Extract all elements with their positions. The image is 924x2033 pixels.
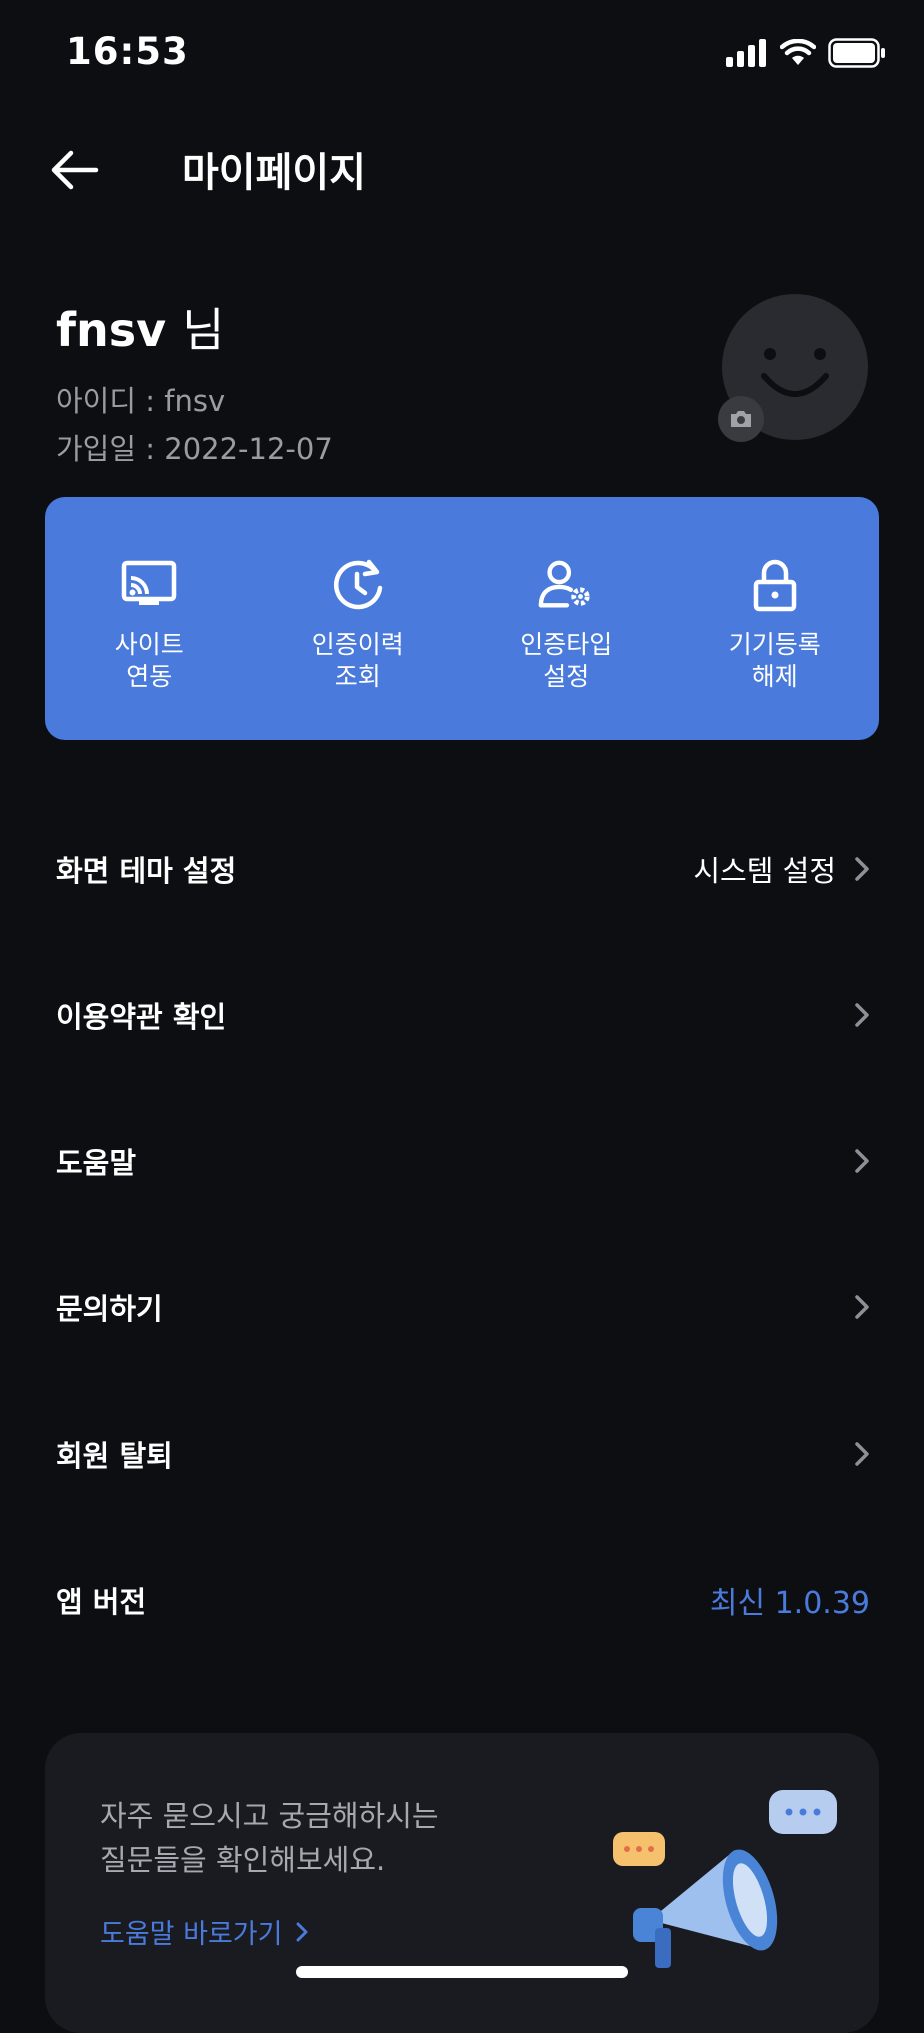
quick-menu-panel: 사이트 연동 인증이력 조회 인증타입 설정 기기등록 해제 [45,497,879,740]
user-name-value: fnsv [56,303,167,357]
user-settings-icon [538,557,594,613]
history-icon [330,557,386,613]
menu-item-app-version: 앱 버전 최신 1.0.39 [56,1560,870,1640]
chevron-right-icon [855,1149,869,1173]
menu-item-theme[interactable]: 화면 테마 설정 시스템 설정 [56,829,870,909]
wifi-icon [780,39,816,65]
quick-label: 인증타입 설정 [520,630,613,691]
chevron-right-icon [855,1442,869,1466]
chevron-right-icon [855,857,869,881]
menu-item-help[interactable]: 도움말 [56,1121,870,1201]
menu-item-inquiry[interactable]: 문의하기 [56,1267,870,1347]
megaphone-icon [613,1790,837,1968]
theme-value: 시스템 설정 [693,854,836,888]
quick-label: 인증이력 조회 [311,630,404,691]
menu-label: 도움말 [56,1146,137,1180]
chevron-right-icon [855,1295,869,1319]
help-card-text: 자주 묻으시고 궁금해하시는 질문들을 확인해보세요. [100,1799,439,1877]
menu-label: 문의하기 [56,1292,163,1326]
menu-label: 화면 테마 설정 [56,854,237,888]
quick-item-auth-history[interactable]: 인증이력 조회 [254,497,463,740]
status-time: 16:53 [66,30,189,73]
user-name-suffix: 님 [182,303,225,357]
cast-icon [121,557,177,613]
menu-item-terms[interactable]: 이용약관 확인 [56,975,870,1055]
quick-label: 기기등록 해제 [728,630,821,691]
home-indicator [296,1966,628,1978]
quick-item-site-link[interactable]: 사이트 연동 [45,497,254,740]
camera-icon [731,411,751,427]
quick-label: 사이트 연동 [114,630,184,691]
menu-label: 이용약관 확인 [56,1000,227,1034]
chevron-right-icon [296,1922,308,1941]
menu-label: 앱 버전 [56,1585,147,1619]
quick-item-auth-type[interactable]: 인증타입 설정 [462,497,671,740]
menu-label: 회원 탈퇴 [56,1439,173,1473]
signal-icon [726,39,766,67]
join-date: 가입일 : 2022-12-07 [56,432,333,466]
quick-item-device-unregister[interactable]: 기기등록 해제 [671,497,880,740]
user-id: 아이디 : fnsv [56,384,226,418]
help-link-label: 도움말 바로가기 [100,1919,283,1950]
help-shortcut-link[interactable]: 도움말 바로가기 [100,1912,308,1951]
arrow-left-icon [51,150,99,190]
camera-button[interactable] [718,396,764,442]
version-value: 최신 1.0.39 [709,1586,870,1621]
lock-icon [747,557,803,613]
battery-icon [828,38,885,68]
menu-item-withdraw[interactable]: 회원 탈퇴 [56,1414,870,1494]
chevron-right-icon [855,1003,869,1027]
user-name: fnsv 님 [56,294,224,360]
page-title: 마이페이지 [182,150,366,196]
back-button[interactable] [44,140,104,200]
status-icons [726,38,886,68]
